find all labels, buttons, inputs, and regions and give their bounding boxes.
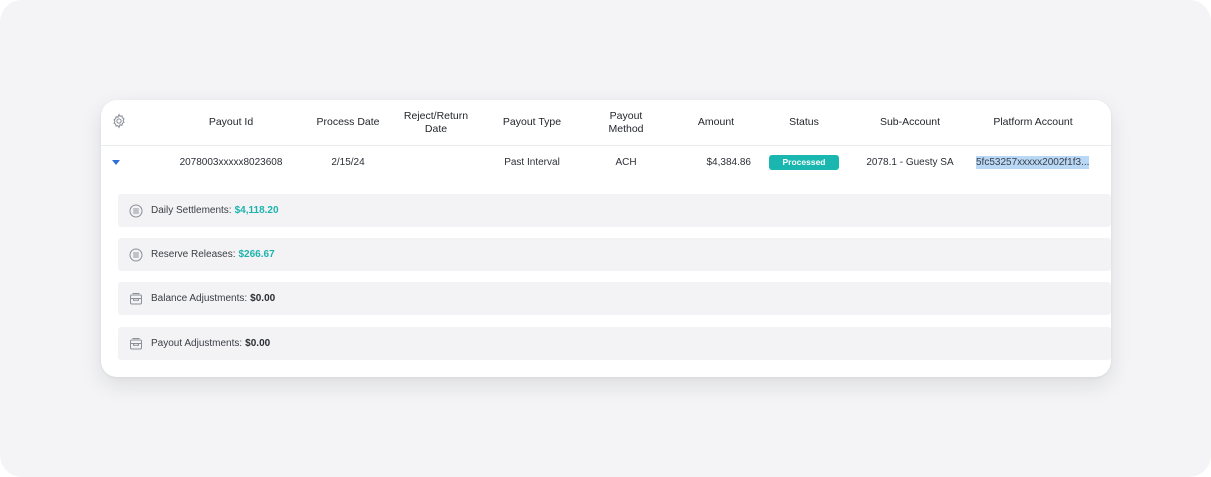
column-header-process-date[interactable]: Process Date <box>308 100 388 145</box>
column-header-status-label: Status <box>789 116 819 128</box>
summary-value: $266.67 <box>238 249 275 260</box>
column-header-amount[interactable]: Amount <box>681 100 751 145</box>
cell-platform-account[interactable]: 5fc53257xxxxx2002f1f3... <box>976 146 1090 178</box>
summary-label: Payout Adjustments: <box>151 338 243 349</box>
summary-value: $0.00 <box>245 338 271 349</box>
cell-payout-id[interactable]: 2078003xxxxx8023608 <box>171 146 291 178</box>
column-header-amount-label: Amount <box>697 116 735 128</box>
expand-caret-down-icon[interactable] <box>110 157 122 167</box>
summary-value: $0.00 <box>250 293 276 304</box>
table-header-row: Payout Id Process Date Reject/Return Dat… <box>101 100 1111 146</box>
summary-reserve-releases: Reserve Releases: $266.67 <box>118 238 1111 271</box>
table-row[interactable]: 2078003xxxxx8023608 2/15/24 Past Interva… <box>101 146 1111 178</box>
column-header-payout-method[interactable]: Payout Method <box>591 100 661 145</box>
column-header-payout-id-label: Payout Id <box>208 116 254 128</box>
column-header-payout-id[interactable]: Payout Id <box>171 100 291 145</box>
tray-icon <box>129 337 143 351</box>
cell-process-date: 2/15/24 <box>331 156 365 168</box>
cell-amount: $4,384.86 <box>706 156 752 168</box>
cell-reject-return-date <box>396 146 476 178</box>
cell-status: Processed <box>769 146 839 178</box>
summary-label: Daily Settlements: <box>151 205 232 216</box>
payout-table-card: Payout Id Process Date Reject/Return Dat… <box>101 100 1111 377</box>
column-header-reject-return-date[interactable]: Reject/Return Date <box>396 100 476 145</box>
list-icon <box>129 248 143 262</box>
platform-account-text[interactable]: 5fc53257xxxxx2002f1f3... <box>976 155 1090 169</box>
settings-gear-icon[interactable] <box>111 113 127 129</box>
summary-balance-adjustments: Balance Adjustments: $0.00 <box>118 282 1111 315</box>
column-header-payout-method-line1: Payout <box>609 109 643 122</box>
column-header-reject-return-date-line2: Date <box>424 122 448 135</box>
column-header-process-date-label: Process Date <box>316 116 380 128</box>
tray-icon <box>129 292 143 306</box>
cell-sub-account: 2078.1 - Guesty SA <box>866 156 954 168</box>
column-header-sub-account-label: Sub-Account <box>879 116 941 128</box>
status-badge: Processed <box>769 154 839 170</box>
summary-label: Reserve Releases: <box>151 249 236 260</box>
summary-value: $4,118.20 <box>234 205 279 216</box>
summary-daily-settlements: Daily Settlements: $4,118.20 <box>118 194 1111 227</box>
column-header-platform-account[interactable]: Platform Account <box>976 100 1090 145</box>
column-header-sub-account[interactable]: Sub-Account <box>856 100 964 145</box>
column-header-status[interactable]: Status <box>769 100 839 145</box>
column-header-payout-type[interactable]: Payout Type <box>491 100 573 145</box>
column-header-platform-account-label: Platform Account <box>993 116 1073 128</box>
column-header-payout-type-label: Payout Type <box>502 116 562 128</box>
summary-label: Balance Adjustments: <box>151 293 248 304</box>
column-header-payout-method-line2: Method <box>608 122 644 135</box>
list-icon <box>129 204 143 218</box>
column-header-reject-return-date-line1: Reject/Return <box>403 109 469 122</box>
summary-payout-adjustments: Payout Adjustments: $0.00 <box>118 327 1111 360</box>
cell-payout-type: Past Interval <box>504 156 560 168</box>
cell-payout-method: ACH <box>615 156 637 168</box>
